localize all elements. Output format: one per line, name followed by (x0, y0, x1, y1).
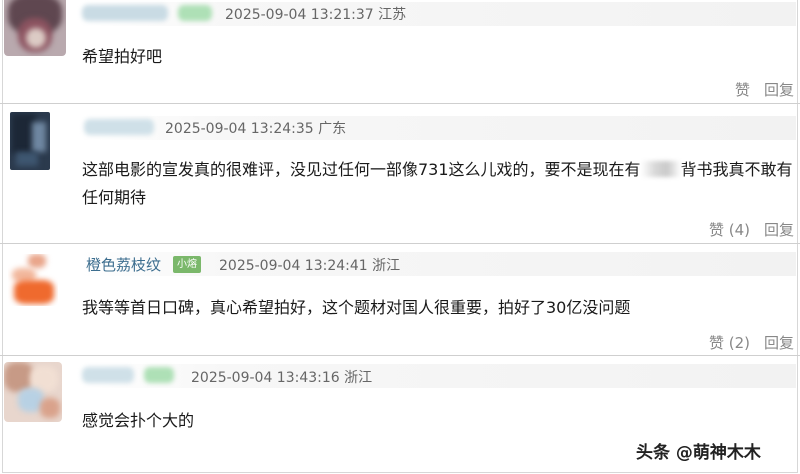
redacted-username (82, 367, 134, 383)
comment-text: 这部电影的宣发真的很难评，没见过任何一部像731这么儿戏的，要不是现在有 背书我真… (82, 156, 794, 212)
source-watermark: 头条 @萌神木木 (636, 443, 761, 463)
redacted-badge (178, 5, 212, 21)
reply-button[interactable]: 回复 (764, 334, 794, 352)
comment-text-part: 这部电影的宣发真的很难评，没见过任何一部像731这么儿戏的，要不是现在有 (82, 160, 641, 179)
user-avatar[interactable] (4, 362, 62, 422)
comment-header: 2025-09-04 13:24:35 广东 (80, 116, 796, 140)
comment-item: 2025-09-04 13:24:35 广东 这部电影的宣发真的很难评，没见过任… (0, 104, 800, 244)
username-link[interactable]: 橙色荔枝纹 (86, 254, 161, 275)
like-button[interactable]: 赞 (735, 81, 750, 99)
comment-header: 2025-09-04 13:43:16 浙江 (80, 364, 796, 388)
comment-meta: 2025-09-04 13:21:37 江苏 (225, 7, 407, 23)
user-avatar[interactable] (4, 0, 66, 56)
comment-item: 2025-09-04 13:21:37 江苏 希望拍好吧 赞回复 (0, 0, 800, 104)
redacted-badge (144, 367, 174, 383)
comment-actions: 赞 (2) 回复 (709, 332, 794, 353)
comment-text: 希望拍好吧 (82, 47, 163, 66)
comment-text: 我等等首日口碑，真心希望拍好，这个题材对国人很重要，拍好了30亿没问题 (82, 298, 631, 317)
reply-button[interactable]: 回复 (764, 221, 794, 239)
comment-meta: 2025-09-04 13:24:41 浙江 (219, 258, 401, 274)
comment-item: 橙色荔枝纹 小熔 2025-09-04 13:24:41 浙江 我等等首日口碑，… (0, 244, 800, 356)
comment-text: 感觉会扑个大的 (82, 411, 195, 430)
comment-header: 橙色荔枝纹 小熔 2025-09-04 13:24:41 浙江 (80, 252, 796, 276)
redacted-username (84, 119, 154, 135)
comment-meta: 2025-09-04 13:43:16 浙江 (191, 370, 373, 386)
like-button[interactable]: 赞 (2) (709, 334, 750, 352)
user-avatar[interactable] (8, 254, 58, 306)
comment-actions: 赞回复 (735, 79, 794, 100)
user-level-badge: 小熔 (173, 256, 201, 273)
user-avatar[interactable] (10, 112, 50, 170)
like-button[interactable]: 赞 (4) (709, 221, 750, 239)
reply-button[interactable]: 回复 (764, 81, 794, 99)
redacted-username (82, 5, 168, 21)
redacted-word (640, 161, 681, 177)
comment-header: 2025-09-04 13:21:37 江苏 (80, 2, 796, 26)
comment-actions: 赞 (4) 回复 (709, 219, 794, 240)
comment-meta: 2025-09-04 13:24:35 广东 (165, 121, 347, 137)
